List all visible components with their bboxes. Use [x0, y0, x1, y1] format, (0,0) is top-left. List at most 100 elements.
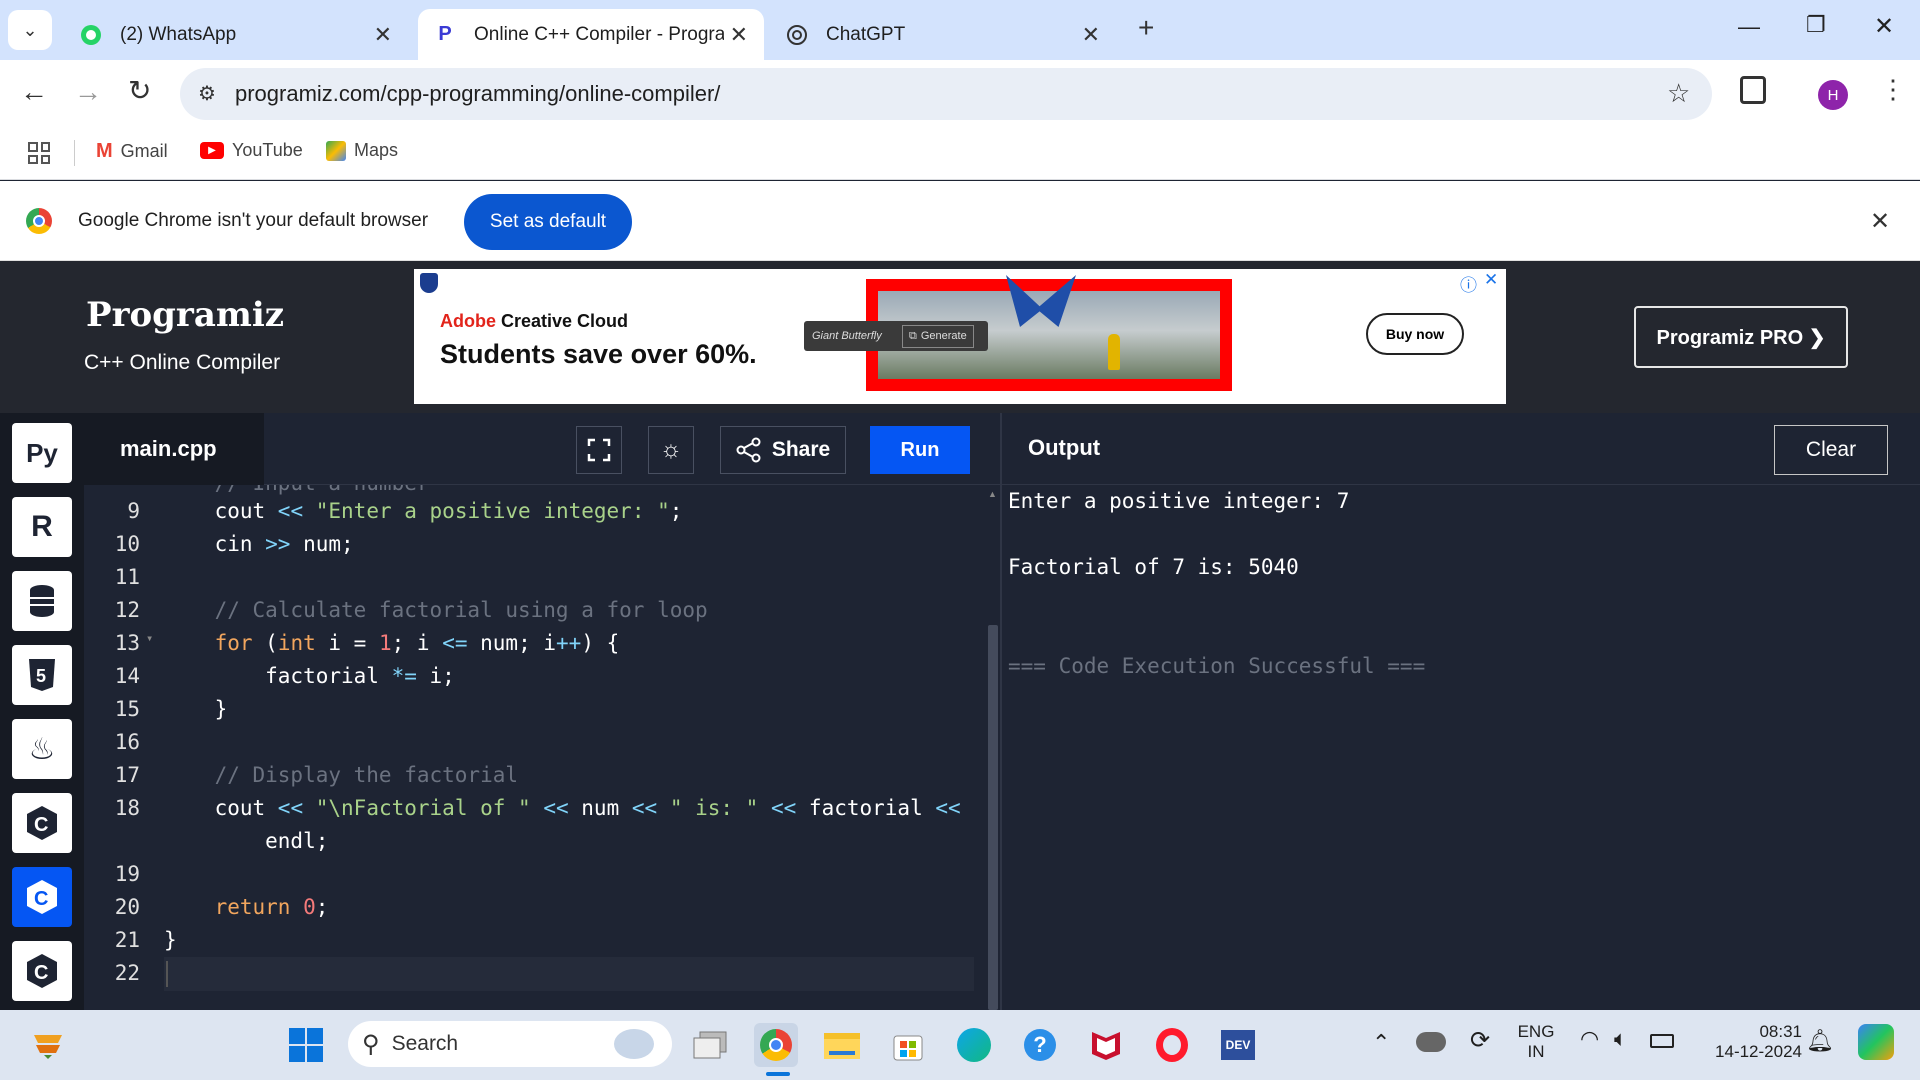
set-as-default-button[interactable]: Set as default: [464, 194, 632, 250]
tab-whatsapp[interactable]: (2) WhatsApp ✕: [64, 9, 408, 60]
microsoft-store-icon[interactable]: [886, 1023, 930, 1067]
tab-strip: ⌄ (2) WhatsApp ✕ P Online C++ Compiler -…: [0, 0, 1920, 60]
bookmark-label: Gmail: [120, 141, 168, 161]
opera-icon[interactable]: [1150, 1023, 1194, 1067]
bookmark-youtube[interactable]: ▶ YouTube: [200, 140, 303, 161]
line-number: 14: [114, 664, 140, 688]
r-language-icon[interactable]: R: [12, 497, 72, 557]
url-text[interactable]: programiz.com/cpp-programming/online-com…: [235, 81, 720, 107]
code-line-wrapped: endl;: [164, 829, 329, 853]
fullscreen-icon[interactable]: [576, 426, 622, 474]
c-language-icon[interactable]: C: [12, 793, 72, 853]
advertisement-banner[interactable]: Adobe Creative Cloud Students save over …: [414, 269, 1506, 404]
code-line: // Calculate factorial using a for loop: [164, 598, 708, 622]
clock[interactable]: 08:31 14-12-2024: [1692, 1022, 1802, 1062]
profile-avatar[interactable]: H: [1818, 80, 1848, 110]
svg-text:C: C: [34, 888, 48, 910]
sync-icon[interactable]: ⟳: [1470, 1026, 1490, 1055]
csharp-language-icon[interactable]: C: [12, 941, 72, 1001]
mcafee-icon[interactable]: [1084, 1023, 1128, 1067]
execution-status: === Code Execution Successful ===: [1008, 654, 1426, 678]
taskbar-search[interactable]: ⚲ Search: [348, 1021, 672, 1067]
windows-taskbar: ⚲ Search ? DEV ⌃ ⟳ ENG IN ◠ 🔈︎ 08:31 14-…: [0, 1010, 1920, 1080]
language-indicator[interactable]: ENG IN: [1514, 1022, 1558, 1062]
ad-headline: Students save over 60%.: [440, 339, 757, 369]
reload-icon[interactable]: ↻: [128, 74, 151, 107]
programiz-logo[interactable]: Programiz: [86, 295, 284, 335]
bookmark-star-icon[interactable]: ☆: [1667, 78, 1690, 109]
menu-icon[interactable]: ⋮: [1880, 74, 1906, 105]
minimize-button[interactable]: —: [1738, 14, 1760, 40]
clear-button[interactable]: Clear: [1774, 425, 1888, 475]
restore-button[interactable]: ❐: [1806, 12, 1826, 38]
task-view-icon[interactable]: [688, 1023, 732, 1067]
ad-close-icon[interactable]: ✕: [1484, 270, 1498, 290]
fold-arrow-icon[interactable]: ▾: [146, 631, 153, 645]
bookmark-maps[interactable]: Maps: [326, 140, 398, 161]
dev-cpp-icon[interactable]: DEV: [1216, 1023, 1260, 1067]
file-tab[interactable]: main.cpp: [84, 413, 264, 485]
scrollbar-thumb[interactable]: [988, 625, 998, 1010]
close-tab-icon[interactable]: ✕: [1082, 22, 1100, 48]
search-highlight-icon: [614, 1029, 654, 1059]
back-icon[interactable]: ←: [20, 76, 48, 108]
new-tab-button[interactable]: +: [1138, 12, 1154, 44]
language-code: ENG: [1517, 1022, 1555, 1041]
volume-muted-icon[interactable]: 🔈︎: [1614, 1026, 1627, 1052]
edge-icon[interactable]: [952, 1023, 996, 1067]
date: 14-12-2024: [1715, 1042, 1802, 1061]
programiz-header: Programiz C++ Online Compiler Adobe Crea…: [0, 261, 1920, 413]
code-line: // Display the factorial: [164, 763, 519, 787]
html5-icon[interactable]: 5: [12, 645, 72, 705]
line-number: 12: [114, 598, 140, 622]
tab-search-button[interactable]: ⌄: [8, 10, 52, 50]
tab-chatgpt[interactable]: ChatGPT ✕: [770, 9, 1116, 60]
notification-bell-icon[interactable]: 🔔︎: [1806, 1028, 1834, 1054]
browser-toolbar: ← → ↻ ⚙ programiz.com/cpp-programming/on…: [0, 60, 1920, 128]
python-icon[interactable]: Py: [12, 423, 72, 483]
file-explorer-icon[interactable]: [820, 1023, 864, 1067]
show-hidden-icons[interactable]: ⌃: [1372, 1030, 1390, 1056]
svg-text:5: 5: [36, 666, 46, 686]
ad-shield-icon: [420, 273, 438, 293]
code-line: }: [164, 928, 177, 952]
tab-programiz[interactable]: P Online C++ Compiler - Programiz ✕: [418, 9, 764, 60]
share-button[interactable]: Share: [720, 426, 846, 474]
run-button[interactable]: Run: [870, 426, 970, 474]
search-icon: ⚲: [362, 1030, 380, 1058]
help-icon[interactable]: ?: [1018, 1023, 1062, 1067]
close-tab-icon[interactable]: ✕: [730, 22, 748, 48]
site-info-icon[interactable]: ⚙: [198, 81, 216, 106]
copilot-icon[interactable]: [1858, 1024, 1894, 1060]
pane-divider[interactable]: [1000, 413, 1002, 1010]
code-editor[interactable]: // Input a number 9 cout << "Enter a pos…: [84, 485, 990, 1010]
line-number: 10: [114, 532, 140, 556]
code-line: cout << "Enter a positive integer: ";: [164, 499, 683, 523]
cpp-language-icon[interactable]: C: [12, 867, 72, 927]
editor-scrollbar[interactable]: ▲: [986, 485, 1000, 1010]
ad-generate-button: ⧉ Generate: [902, 324, 974, 348]
widgets-icon[interactable]: [26, 1023, 70, 1067]
start-windows-icon[interactable]: [284, 1023, 328, 1067]
close-window-button[interactable]: ✕: [1874, 12, 1894, 41]
java-icon[interactable]: ♨: [12, 719, 72, 779]
extensions-icon[interactable]: [1740, 76, 1766, 104]
onedrive-icon[interactable]: [1416, 1032, 1446, 1052]
bookmark-gmail[interactable]: M Gmail: [96, 140, 168, 163]
programiz-pro-button[interactable]: Programiz PRO ❯: [1634, 306, 1848, 368]
ad-buy-now-button[interactable]: Buy now: [1366, 313, 1464, 355]
ad-info-icon[interactable]: ⓘ: [1460, 271, 1477, 296]
battery-icon[interactable]: [1650, 1034, 1674, 1048]
forward-icon[interactable]: →: [74, 76, 102, 108]
apps-grid-icon[interactable]: [28, 142, 50, 164]
wifi-icon[interactable]: ◠: [1580, 1026, 1599, 1052]
address-bar[interactable]: ⚙ programiz.com/cpp-programming/online-c…: [180, 68, 1712, 120]
close-infobar-icon[interactable]: ✕: [1870, 207, 1890, 236]
code-line: }: [164, 697, 228, 721]
theme-toggle-icon[interactable]: ☼: [648, 426, 694, 474]
close-tab-icon[interactable]: ✕: [374, 22, 392, 48]
ad-prompt-text: Giant Butterfly: [812, 330, 882, 342]
chrome-taskbar-icon[interactable]: [754, 1023, 798, 1067]
sql-database-icon[interactable]: [12, 571, 72, 631]
scroll-up-arrow-icon[interactable]: ▲: [988, 489, 997, 499]
